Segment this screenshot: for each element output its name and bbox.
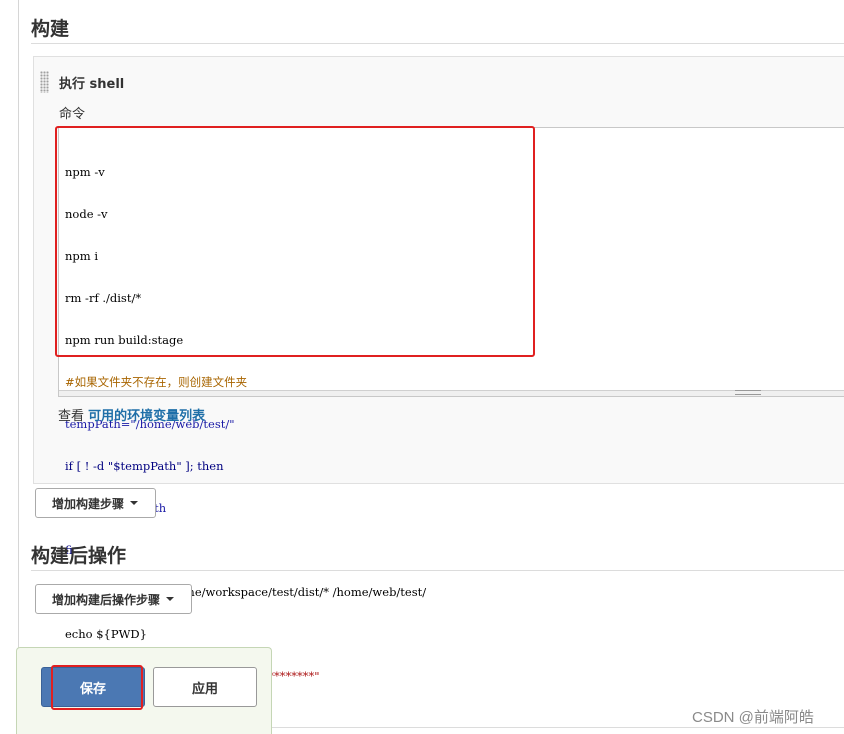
bottom-divider [272, 727, 844, 728]
code-line: npm i [65, 249, 99, 263]
command-editor[interactable]: npm -v node -v npm i rm -rf ./dist/* npm… [58, 127, 844, 683]
drag-handle-icon[interactable] [40, 71, 49, 93]
build-section-divider [31, 43, 844, 44]
env-vars-prefix: 查看 [58, 409, 85, 424]
page-left-border [18, 0, 19, 734]
command-code[interactable]: npm -v node -v npm i rm -rf ./dist/* npm… [65, 137, 426, 711]
command-label: 命令 [59, 107, 86, 122]
code-line: npm -v [65, 165, 105, 179]
add-post-build-step-button[interactable]: 增加构建后操作步骤 [35, 584, 192, 614]
editor-resize-bar [59, 390, 844, 396]
save-button[interactable]: 保存 [41, 667, 145, 707]
env-vars-link[interactable]: 可用的环境变量列表 [88, 409, 205, 424]
code-line: echo ${PWD} [65, 627, 147, 641]
post-build-section-title: 构建后操作 [31, 545, 127, 567]
add-post-build-step-label: 增加构建后操作步骤 [52, 592, 161, 607]
add-build-step-button[interactable]: 增加构建步骤 [35, 488, 156, 518]
code-line: npm run build:stage [65, 333, 184, 347]
post-build-section-divider [31, 570, 844, 571]
build-section-title: 构建 [31, 18, 70, 40]
resize-grip-icon[interactable] [735, 390, 761, 395]
code-line: if [ ! -d "$tempPath" ]; then [65, 459, 224, 473]
add-build-step-label: 增加构建步骤 [52, 496, 125, 511]
env-vars-line: 查看 可用的环境变量列表 [58, 405, 205, 424]
caret-down-icon [130, 501, 139, 505]
apply-button[interactable]: 应用 [153, 667, 257, 707]
caret-down-icon [166, 597, 175, 601]
code-line-comment: #如果文件夹不存在，则创建文件夹 [65, 375, 248, 389]
code-line: node -v [65, 207, 108, 221]
watermark: CSDN @前端阿皓 [692, 709, 814, 726]
code-line: rm -rf ./dist/* [65, 291, 142, 305]
execute-shell-title: 执行 shell [59, 77, 125, 92]
